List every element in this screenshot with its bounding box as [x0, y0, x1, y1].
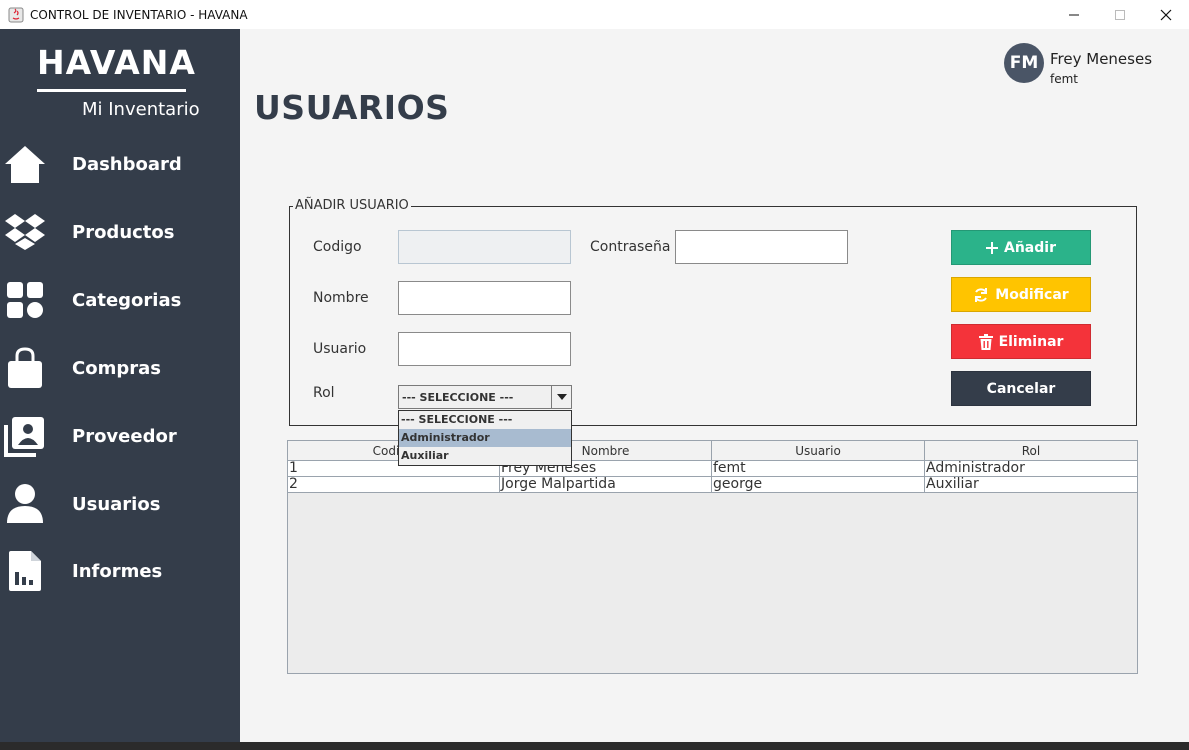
close-icon	[1160, 9, 1172, 20]
brand-logo: HAVANA	[37, 43, 196, 92]
brand-name: HAVANA	[37, 43, 196, 82]
cancel-button[interactable]: Cancelar	[951, 371, 1091, 406]
rol-dropdown-list: --- SELECCIONE --- Administrador Auxilia…	[398, 410, 572, 466]
close-button[interactable]	[1143, 0, 1189, 29]
shopping-bag-icon	[4, 346, 46, 390]
sidebar-item-dashboard[interactable]: Dashboard	[0, 136, 240, 192]
modify-button[interactable]: Modificar	[951, 277, 1091, 312]
window-titlebar: CONTROL DE INVENTARIO - HAVANA	[0, 0, 1189, 29]
table-cell: Jorge Malpartida	[500, 477, 712, 493]
brand-underline	[37, 89, 186, 92]
sidebar-item-label: Categorias	[72, 289, 182, 311]
table-cell: femt	[712, 461, 925, 477]
sidebar-item-label: Compras	[72, 357, 161, 379]
rol-select-value: --- SELECCIONE ---	[402, 391, 514, 404]
rol-option[interactable]: Administrador	[399, 429, 571, 447]
sidebar-item-label: Proveedor	[72, 425, 177, 447]
java-app-icon	[8, 7, 24, 22]
sidebar: HAVANA Mi Inventario Dashboard Productos	[0, 29, 240, 742]
rol-option[interactable]: --- SELECCIONE ---	[399, 411, 571, 429]
usuario-field[interactable]	[398, 332, 571, 366]
sidebar-item-label: Usuarios	[72, 493, 161, 515]
plus-icon	[986, 241, 998, 254]
dropbox-icon	[4, 210, 46, 254]
table-cell: 2	[288, 477, 500, 493]
home-icon	[4, 142, 46, 186]
codigo-field[interactable]	[398, 230, 571, 264]
user-login: femt	[1050, 72, 1079, 86]
sidebar-item-label: Dashboard	[72, 153, 182, 175]
nombre-field[interactable]	[398, 281, 571, 315]
delete-button-label: Eliminar	[998, 333, 1064, 350]
sidebar-item-categorias[interactable]: Categorias	[0, 272, 240, 328]
modify-button-label: Modificar	[995, 286, 1069, 303]
codigo-label: Codigo	[313, 239, 362, 255]
contrasena-label: Contraseña	[590, 239, 671, 255]
rol-select[interactable]: --- SELECCIONE ---	[398, 385, 572, 409]
refresh-icon	[973, 287, 989, 303]
table-cell: Auxiliar	[926, 477, 979, 492]
users-table[interactable]: Codigo Nombre Usuario Rol 1 Frey Meneses…	[287, 440, 1138, 674]
trash-icon	[978, 333, 993, 350]
taskbar-edge	[0, 742, 1189, 750]
user-name: Frey Meneses	[1050, 50, 1153, 68]
sidebar-item-label: Informes	[72, 560, 163, 582]
add-button[interactable]: Añadir	[951, 230, 1091, 265]
minimize-button[interactable]	[1051, 0, 1097, 29]
column-header-rol[interactable]: Rol	[925, 441, 1137, 461]
chevron-down-icon[interactable]	[551, 386, 571, 408]
report-icon	[4, 549, 46, 593]
brand-subtitle: Mi Inventario	[82, 99, 200, 120]
sidebar-item-usuarios[interactable]: Usuarios	[0, 476, 240, 532]
rol-label: Rol	[313, 385, 335, 401]
grid-icon	[4, 278, 46, 322]
nombre-label: Nombre	[313, 290, 369, 306]
table-cell: Administrador	[926, 461, 1025, 476]
sidebar-item-compras[interactable]: Compras	[0, 340, 240, 396]
maximize-button[interactable]	[1097, 0, 1143, 29]
maximize-icon	[1115, 9, 1125, 20]
window-title: CONTROL DE INVENTARIO - HAVANA	[30, 7, 248, 22]
sidebar-item-informes[interactable]: Informes	[0, 543, 240, 599]
password-field[interactable]	[675, 230, 848, 264]
sidebar-item-proveedor[interactable]: Proveedor	[0, 408, 240, 464]
minimize-icon	[1069, 14, 1079, 15]
user-icon	[4, 482, 46, 526]
usuario-label: Usuario	[313, 341, 367, 357]
delete-button[interactable]: Eliminar	[951, 324, 1091, 359]
rol-option[interactable]: Auxiliar	[399, 447, 571, 465]
table-cell: george	[712, 477, 925, 493]
sidebar-item-productos[interactable]: Productos	[0, 204, 240, 260]
column-header-usuario[interactable]: Usuario	[712, 441, 925, 461]
add-button-label: Añadir	[1004, 239, 1056, 256]
table-row[interactable]: 2 Jorge Malpartida george Auxiliar	[288, 477, 1137, 493]
contact-card-icon	[4, 414, 46, 458]
panel-legend: AÑADIR USUARIO	[293, 198, 411, 213]
page-title: USUARIOS	[254, 88, 450, 127]
cancel-button-label: Cancelar	[986, 380, 1056, 397]
avatar[interactable]: FM	[1004, 43, 1044, 83]
sidebar-item-label: Productos	[72, 221, 175, 243]
